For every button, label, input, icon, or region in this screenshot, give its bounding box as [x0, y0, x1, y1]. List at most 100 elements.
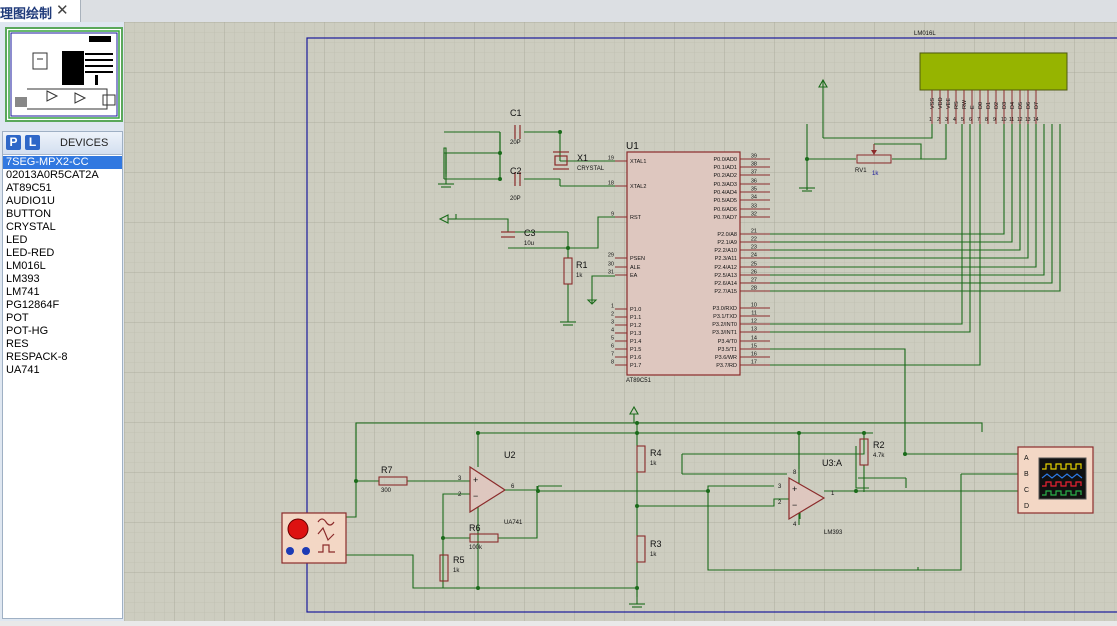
u1-pin-number: 36	[751, 179, 757, 185]
lcd-pin-name: D0	[978, 102, 984, 109]
u1-pin-name: P2.3/A11	[715, 256, 737, 262]
u1-pin-name: RST	[630, 215, 642, 221]
pick-devices-button[interactable]: P	[6, 135, 21, 150]
u1-pin-number: 19	[608, 156, 614, 162]
u1-pin-name: P2.7/A15	[714, 289, 737, 295]
device-list-item[interactable]: CRYSTAL	[3, 221, 122, 234]
u1-pin-name: P1.3	[630, 331, 641, 337]
u1-pin-name: P2.0/A8	[717, 232, 737, 238]
devices-title: DEVICES	[60, 137, 109, 149]
device-list-item[interactable]: RESPACK-8	[3, 351, 122, 364]
amplitude-knob-icon[interactable]	[287, 518, 309, 540]
u1-pin-name: P3.2/INT0	[712, 322, 737, 328]
u1-pin-name: P2.4/A12	[714, 265, 737, 271]
device-list-item[interactable]: AUDIO1U	[3, 195, 122, 208]
u1-pin-name: P3.3/INT1	[712, 330, 737, 336]
close-icon[interactable]: ✕	[56, 1, 69, 19]
x1-ref: X1	[577, 153, 588, 163]
u1-pin-name: P2.5/A13	[714, 273, 737, 279]
lcd-pin-number: 12	[1017, 117, 1023, 123]
u1-pin-name: XTAL2	[630, 184, 646, 190]
lcd-pin-name: RW	[962, 99, 968, 109]
u1-pin-number: 2	[611, 312, 614, 318]
u1-pin-number: 16	[751, 352, 757, 358]
lcd-pin-number: 8	[985, 117, 988, 123]
u1-part: AT89C51	[626, 378, 652, 384]
device-list-item[interactable]: AT89C51	[3, 182, 122, 195]
u1-pin-number: 38	[751, 162, 757, 168]
left-panel: P L DEVICES 7SEG-MPX2-CC 02013A0R5CAT2A AT…	[0, 22, 124, 621]
schematic-drawing[interactable]: LM016L VSS1VDD2VEE3RS4RW5E6D07D18D29D310…	[124, 22, 1117, 621]
u1-pin-name: P1.4	[630, 339, 641, 345]
device-list-item[interactable]: LM741	[3, 286, 122, 299]
u1-pin-name: P0.0/AD0	[713, 157, 737, 163]
u2-ref: U2	[504, 450, 516, 460]
u1-pin-number: 1	[611, 304, 614, 310]
u1-pin-name: P0.4/AD4	[713, 190, 737, 196]
lcd-pin-name: VEE	[946, 98, 952, 109]
u1-pin-number: 13	[751, 327, 757, 333]
u1-pin-name: P3.1/TXD	[713, 314, 737, 320]
library-manager-button[interactable]: L	[25, 135, 40, 150]
u1-pin-number: 29	[608, 253, 614, 259]
u1-pin-number: 12	[751, 319, 757, 325]
u1-pin-number: 33	[751, 204, 757, 210]
devices-header: P L DEVICES	[3, 132, 122, 155]
device-list-item[interactable]: BUTTON	[3, 208, 122, 221]
oscilloscope[interactable]: A B C D	[1017, 446, 1094, 514]
lcd-pin-name: D4	[1010, 102, 1016, 109]
signal-generator[interactable]	[281, 512, 347, 564]
lcd-pin-name: D5	[1018, 102, 1024, 109]
u1-pin-name: P0.7/AD7	[713, 215, 737, 221]
scope-channel-a: A	[1024, 455, 1029, 462]
c2-ref: C2	[510, 166, 522, 176]
u1-pin-number: 27	[751, 278, 757, 284]
overview-preview[interactable]	[5, 27, 123, 122]
u1-pin-name: P3.4/T0	[718, 339, 737, 345]
lcd-pin-name: D1	[986, 102, 992, 109]
u1-ref: U1	[626, 141, 639, 152]
device-list-item[interactable]: POT-HG	[3, 325, 122, 338]
lcd-pin-number: 1	[929, 117, 932, 123]
device-list-item[interactable]: LM393	[3, 273, 122, 286]
u3-part: LM393	[824, 530, 843, 536]
lcd-pin-number: 7	[977, 117, 980, 123]
u1-pin-number: 5	[611, 336, 614, 342]
u1-pin-number: 30	[608, 262, 614, 268]
frequency-knob-icon[interactable]	[286, 547, 294, 555]
device-list-item[interactable]: LED-RED	[3, 247, 122, 260]
u1-pin-number: 7	[611, 352, 614, 358]
u1-pin-number: 39	[751, 154, 757, 160]
u3-ref: U3:A	[822, 458, 842, 468]
rv1-value: 1k	[872, 171, 879, 177]
c3-value: 10u	[524, 241, 534, 247]
r5-ref: R5	[453, 555, 465, 565]
u1-pin-name: P0.6/AD6	[713, 207, 737, 213]
device-list-item[interactable]: RES	[3, 338, 122, 351]
u1-pin-name: P0.5/AD5	[713, 198, 737, 204]
device-list-item[interactable]: POT	[3, 312, 122, 325]
device-list-item[interactable]: 7SEG-MPX2-CC	[3, 156, 122, 169]
u1-pin-number: 28	[751, 286, 757, 292]
u1-pin-number: 23	[751, 245, 757, 251]
lcd-pin-number: 9	[993, 117, 996, 123]
svg-text:−: −	[473, 491, 478, 501]
device-list-item[interactable]: PG12864F	[3, 299, 122, 312]
tab-schematic[interactable]: 理图绘制 ✕	[0, 0, 81, 22]
device-list-item[interactable]: LM016L	[3, 260, 122, 273]
lcd-pin-number: 5	[961, 117, 964, 123]
r2-value: 4.7k	[873, 453, 885, 459]
u1-pin-name: P0.2/AD2	[713, 173, 737, 179]
device-list-item[interactable]: LED	[3, 234, 122, 247]
lcd-pin-number: 11	[1009, 117, 1014, 123]
u1-pin-number: 14	[751, 336, 757, 342]
u1-pin-number: 26	[751, 270, 757, 276]
device-list-item[interactable]: UA741	[3, 364, 122, 377]
schematic-canvas[interactable]: LM016L VSS 1 VDD 2 VEE 3 RS 4 RW 5 E 6 D0 7 D1 8 D2 9 D3 10…	[124, 22, 1117, 621]
u1-pin-name: P3.0/RXD	[713, 306, 737, 312]
lcd-pin-number: 14	[1033, 117, 1039, 123]
device-list-item[interactable]: 02013A0R5CAT2A	[3, 169, 122, 182]
u1-pin-number: 3	[611, 320, 614, 326]
offset-knob-icon[interactable]	[302, 547, 310, 555]
u1-pin-name: P3.5/T1	[718, 347, 737, 353]
